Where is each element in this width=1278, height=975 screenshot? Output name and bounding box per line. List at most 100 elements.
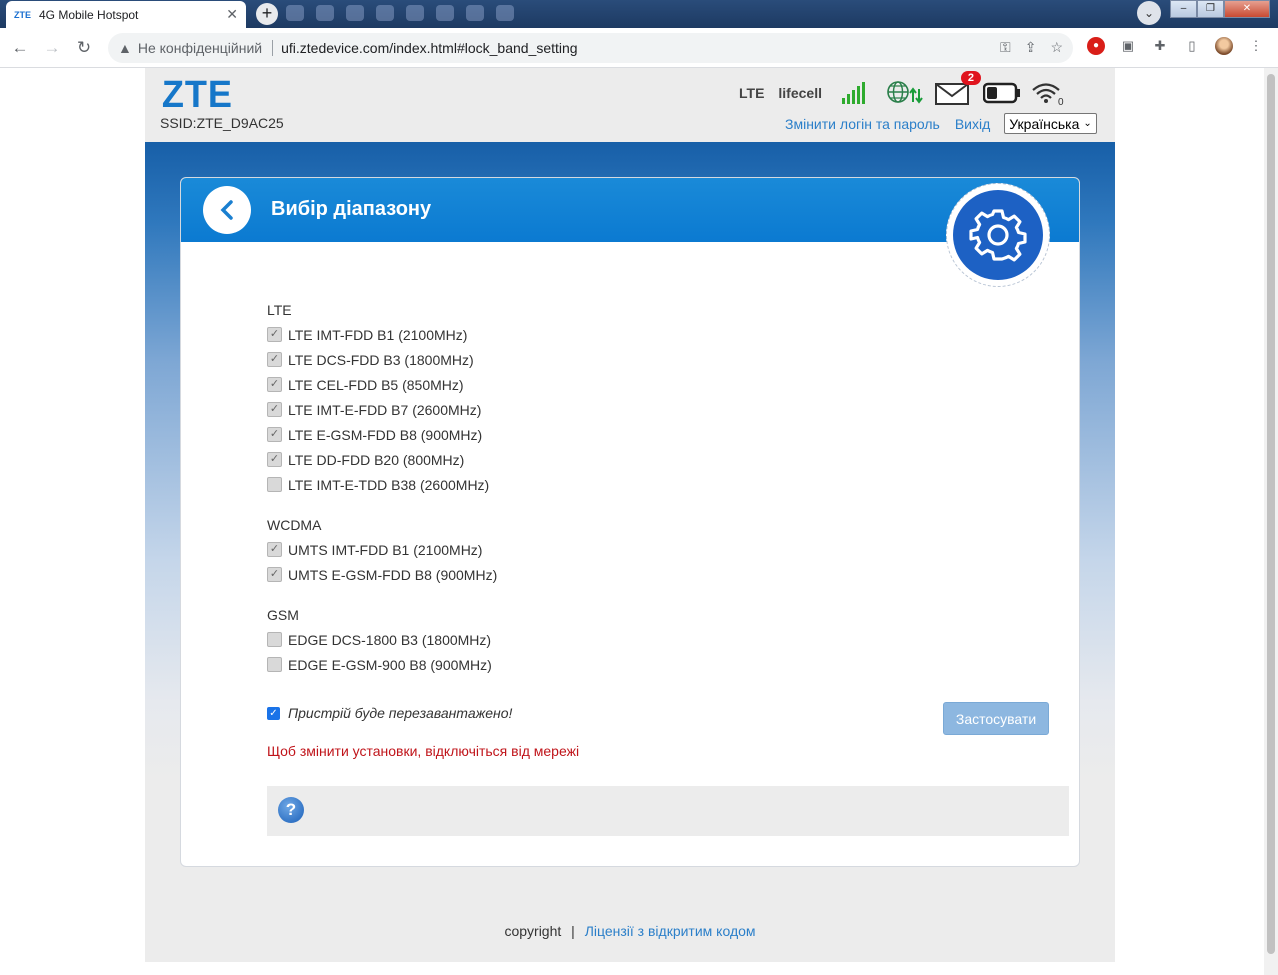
- band-label: EDGE DCS-1800 B3 (1800MHz): [288, 631, 492, 648]
- tab-title: 4G Mobile Hotspot: [39, 7, 139, 22]
- band-checkbox[interactable]: ✓: [267, 377, 282, 392]
- insecure-label[interactable]: Не конфіденційний: [138, 40, 262, 56]
- extension-icon[interactable]: ▣: [1119, 37, 1137, 55]
- ssid-label: SSID:ZTE_D9AC25: [160, 115, 284, 131]
- tab-placeholder[interactable]: [436, 5, 454, 21]
- band-label: LTE E-GSM-FDD B8 (900MHz): [288, 426, 483, 443]
- settings-badge: [946, 183, 1050, 287]
- reboot-checkbox[interactable]: ✓: [267, 706, 280, 720]
- profile-avatar[interactable]: [1215, 37, 1233, 55]
- unread-messages-badge: 2: [960, 71, 981, 85]
- language-select[interactable]: Українська ⌄: [1004, 113, 1097, 134]
- band-checkbox[interactable]: [267, 632, 282, 647]
- signal-strength-icon: [842, 82, 865, 104]
- lte-band-list: ✓ LTE IMT-FDD B1 (2100MHz) ✓ LTE DCS-FDD B3…: [267, 322, 497, 497]
- band-option[interactable]: ✓ UMTS IMT-FDD B1 (2100MHz): [267, 537, 497, 562]
- band-checkbox[interactable]: ✓: [267, 327, 282, 342]
- logout-link[interactable]: Вихід: [955, 116, 990, 132]
- window-close-icon[interactable]: ✕: [1224, 0, 1270, 18]
- key-icon[interactable]: ⚿: [1000, 39, 1011, 56]
- band-checkbox[interactable]: [267, 477, 282, 492]
- open-source-licenses-link[interactable]: Ліцензії з відкритим кодом: [585, 923, 756, 939]
- header-links: Змінити логін та пароль Вихід Українська…: [785, 113, 1097, 134]
- puzzle-extensions-icon[interactable]: ✚: [1151, 37, 1169, 55]
- browser-tab-strip: ZTE 4G Mobile Hotspot ✕ + ⌄ – ❐ ✕: [0, 0, 1278, 28]
- page-title: Вибір діапазону: [271, 198, 432, 220]
- back-arrow-icon[interactable]: ←: [9, 37, 31, 59]
- band-option[interactable]: EDGE DCS-1800 B3 (1800MHz): [267, 627, 497, 652]
- router-ui: ZTE SSID:ZTE_D9AC25 LTE lifecell 2 0 Змі…: [145, 68, 1115, 962]
- warning-triangle-icon[interactable]: ▲: [118, 40, 132, 56]
- forward-arrow-icon[interactable]: →: [41, 37, 63, 59]
- band-label: LTE IMT-E-TDD B38 (2600MHz): [288, 476, 490, 493]
- band-label: LTE DD-FDD B20 (800MHz): [288, 451, 465, 468]
- scrollbar-thumb[interactable]: [1267, 74, 1275, 954]
- reboot-notice-text: Пристрій буде перезавантажено!: [288, 705, 513, 721]
- group-title-wcdma: WCDMA: [267, 517, 322, 533]
- maximize-icon[interactable]: ❐: [1197, 0, 1224, 18]
- share-icon[interactable]: ⇪: [1025, 39, 1037, 56]
- band-option[interactable]: ✓ LTE CEL-FDD B5 (850MHz): [267, 372, 497, 397]
- tab-placeholder[interactable]: [466, 5, 484, 21]
- adblock-extension-icon[interactable]: ●: [1087, 37, 1105, 55]
- band-checkbox[interactable]: ✓: [267, 452, 282, 467]
- browser-menu-icon[interactable]: ⋮: [1247, 37, 1265, 55]
- language-value: Українська: [1009, 115, 1080, 132]
- band-option[interactable]: ✓ LTE DD-FDD B20 (800MHz): [267, 447, 497, 472]
- messages-envelope-icon[interactable]: 2: [935, 71, 981, 105]
- browser-toolbar: ← → ↻ ▲ Не конфіденційний ufi.ztedevice.…: [0, 28, 1278, 68]
- footer-divider: |: [571, 923, 575, 939]
- url-text[interactable]: ufi.ztedevice.com/index.html#lock_band_s…: [281, 40, 578, 56]
- side-panel-icon[interactable]: ▯: [1183, 37, 1201, 55]
- bookmark-star-icon[interactable]: ☆: [1050, 39, 1063, 56]
- tab-placeholder[interactable]: [496, 5, 514, 21]
- footer: copyright | Ліцензії з відкритим кодом: [145, 923, 1115, 939]
- browser-tab-active[interactable]: ZTE 4G Mobile Hotspot ✕: [6, 1, 246, 28]
- band-checkbox[interactable]: ✓: [267, 402, 282, 417]
- apply-button[interactable]: Застосувати: [943, 702, 1049, 735]
- reboot-notice-row: ✓ Пристрій буде перезавантажено!: [267, 705, 512, 721]
- back-button[interactable]: [203, 186, 251, 234]
- internet-connected-icon: [887, 81, 923, 104]
- band-option[interactable]: ✓ UMTS E-GSM-FDD B8 (900MHz): [267, 562, 497, 587]
- chevron-down-icon: ⌄: [1083, 118, 1092, 129]
- band-checkbox[interactable]: ✓: [267, 542, 282, 557]
- gear-icon: [953, 190, 1043, 280]
- window-controls: – ❐ ✕: [1170, 0, 1270, 18]
- band-label: LTE IMT-E-FDD B7 (2600MHz): [288, 401, 482, 418]
- band-checkbox[interactable]: ✓: [267, 427, 282, 442]
- change-login-link[interactable]: Змінити логін та пароль: [785, 116, 940, 132]
- band-label: LTE DCS-FDD B3 (1800MHz): [288, 351, 474, 368]
- band-option[interactable]: ✓ LTE IMT-E-FDD B7 (2600MHz): [267, 397, 497, 422]
- band-checkbox[interactable]: ✓: [267, 352, 282, 367]
- scrollbar[interactable]: [1264, 68, 1278, 975]
- tab-placeholder[interactable]: [376, 5, 394, 21]
- tab-search-chevron-icon[interactable]: ⌄: [1137, 1, 1161, 25]
- reload-icon[interactable]: ↻: [73, 37, 95, 59]
- zte-logo: ZTE: [161, 74, 233, 116]
- tab-placeholder[interactable]: [286, 5, 304, 21]
- tab-placeholder[interactable]: [346, 5, 364, 21]
- band-checkbox[interactable]: ✓: [267, 567, 282, 582]
- band-option[interactable]: ✓ LTE IMT-FDD B1 (2100MHz): [267, 322, 497, 347]
- band-option[interactable]: LTE IMT-E-TDD B38 (2600MHz): [267, 472, 497, 497]
- band-checkbox[interactable]: [267, 657, 282, 672]
- wifi-clients-count: 0: [1058, 97, 1064, 106]
- address-bar[interactable]: ▲ Не конфіденційний ufi.ztedevice.com/in…: [108, 33, 1073, 63]
- router-header: ZTE SSID:ZTE_D9AC25 LTE lifecell 2 0 Змі…: [145, 68, 1115, 142]
- chevron-left-icon: [220, 200, 233, 220]
- help-question-icon[interactable]: ?: [278, 797, 304, 823]
- omnibox-actions: ⚿ ⇪ ☆: [1000, 39, 1063, 56]
- new-tab-button[interactable]: +: [256, 3, 278, 25]
- tab-placeholder[interactable]: [406, 5, 424, 21]
- band-option[interactable]: ✓ LTE E-GSM-FDD B8 (900MHz): [267, 422, 497, 447]
- tab-close-icon[interactable]: ✕: [226, 6, 238, 23]
- operator-name: lifecell: [778, 85, 822, 101]
- tab-placeholder[interactable]: [316, 5, 334, 21]
- zte-favicon-icon: ZTE: [14, 9, 31, 20]
- minimize-icon[interactable]: –: [1170, 0, 1197, 18]
- band-option[interactable]: EDGE E-GSM-900 B8 (900MHz): [267, 652, 497, 677]
- battery-icon: [983, 82, 1020, 104]
- band-label: UMTS IMT-FDD B1 (2100MHz): [288, 541, 483, 558]
- band-option[interactable]: ✓ LTE DCS-FDD B3 (1800MHz): [267, 347, 497, 372]
